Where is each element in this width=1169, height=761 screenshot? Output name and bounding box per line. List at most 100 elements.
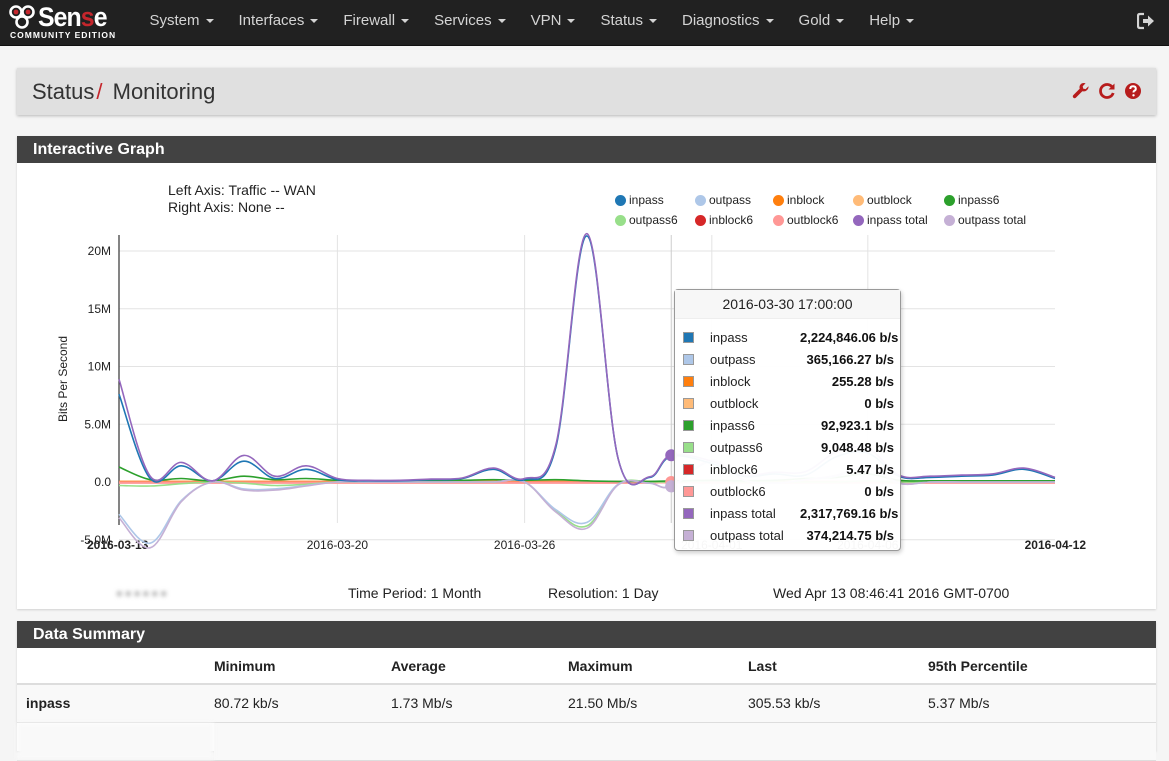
cell-average [391,722,568,760]
tooltip-series-value: 9,048.48 b/s [800,440,894,455]
caret-down-icon [649,19,657,23]
menu-label: Help [869,12,900,29]
cell-last: 305.53 kb/s [748,684,928,722]
cell-maximum [568,722,748,760]
chart-tooltip: 2016-03-30 17:00:00 inpass2,224,846.06 b… [674,289,901,551]
traffic-chart[interactable]: -5.0M0.05.0M10M15M20M2016-03-132016-03-2… [17,163,1156,583]
y-tick-label: 20M [88,244,111,258]
tooltip-series-name: inpass6 [710,418,800,433]
menu-label: Diagnostics [682,12,760,29]
caret-down-icon [401,19,409,23]
series-swatch-icon [683,332,694,343]
logo-text-b: s [81,2,94,32]
tooltip-series-value: 2,317,769.16 b/s [800,506,894,521]
tooltip-row: outblock0 b/s [675,392,900,414]
panel-title: Data Summary [17,621,1156,648]
table-row [17,722,1156,760]
caret-down-icon [836,19,844,23]
menu-gold[interactable]: Gold [786,0,857,46]
column-header-95th: 95th Percentile [928,648,1156,684]
time-period: Time Period: 1 Month [348,585,481,601]
series-swatch-icon [683,376,694,387]
interactive-graph-panel: Interactive Graph Left Axis: Traffic -- … [17,136,1156,609]
series-swatch-icon [683,398,694,409]
menu-label: Gold [799,12,831,29]
tooltip-series-name: outpass [710,352,800,367]
tooltip-series-name: inblock6 [710,462,800,477]
menu-services[interactable]: Services [422,0,519,46]
tooltip-series-name: inpass [710,330,800,345]
cell-last [748,722,928,760]
caret-down-icon [906,19,914,23]
tooltip-series-name: outpass6 [710,440,800,455]
top-navbar: Sense COMMUNITY EDITION System Interface… [0,0,1169,46]
caret-down-icon [766,19,774,23]
caret-down-icon [310,19,318,23]
tooltip-row: outpass69,048.48 b/s [675,436,900,458]
pfsense-logo[interactable]: Sense COMMUNITY EDITION [8,3,120,43]
menu-vpn[interactable]: VPN [518,0,588,46]
cell-95th: 5.37 Mb/s [928,684,1156,722]
menu-interfaces[interactable]: Interfaces [226,0,331,46]
resolution: Resolution: 1 Day [548,585,659,601]
column-header-average: Average [391,648,568,684]
caret-down-icon [567,19,575,23]
cell-minimum: 80.72 kb/s [214,684,391,722]
summary-header-row: Minimum Average Maximum Last 95th Percen… [17,648,1156,684]
cell-95th [928,722,1156,760]
series-swatch-icon [683,530,694,541]
series-swatch-icon [683,508,694,519]
tooltip-row: outpass365,166.27 b/s [675,348,900,370]
menu-firewall[interactable]: Firewall [331,0,422,46]
graph-timestamp: Wed Apr 13 08:46:41 2016 GMT-0700 [773,585,1009,601]
tooltip-series-value: 0 b/s [800,396,894,411]
column-header-last: Last [748,648,928,684]
y-tick-label: 15M [88,302,111,316]
series-line-inpass-total [119,234,1055,485]
menu-label: Services [434,12,492,29]
breadcrumb-parent[interactable]: Status [32,79,94,104]
sign-out-icon[interactable] [1137,12,1155,30]
series-line-outpass [119,461,1055,543]
cell-average: 1.73 Mb/s [391,684,568,722]
menu-label: Status [600,12,643,29]
cell-maximum: 21.50 Mb/s [568,684,748,722]
menu-help[interactable]: Help [857,0,927,46]
series-swatch-icon [683,442,694,453]
row-label: inpass [17,684,214,722]
column-header-maximum: Maximum [568,648,748,684]
question-circle-icon[interactable] [1124,82,1142,100]
breadcrumb-separator: / [96,79,102,104]
tooltip-row: inpass692,923.1 b/s [675,414,900,436]
logo-text-a: Sen [38,2,81,32]
tooltip-series-value: 5.47 b/s [800,462,894,477]
menu-label: VPN [531,12,562,29]
tooltip-series-value: 0 b/s [800,484,894,499]
cell-minimum [214,722,391,760]
wrench-icon[interactable] [1072,82,1090,100]
main-menu: System Interfaces Firewall Services VPN … [137,0,927,46]
panel-title: Interactive Graph [17,136,1156,163]
series-line-outpass-total [119,460,1055,548]
breadcrumb-actions [1072,82,1142,100]
tooltip-series-value: 255.28 b/s [800,374,894,389]
tooltip-title: 2016-03-30 17:00:00 [675,290,900,319]
menu-diagnostics[interactable]: Diagnostics [669,0,786,46]
x-tick-label: 2016-03-26 [494,538,556,552]
data-summary-panel: Data Summary Minimum Average Maximum Las… [17,621,1156,751]
x-tick-label: 2016-03-20 [307,538,369,552]
logo-wordmark: Sense [38,2,107,33]
y-tick-label: 10M [88,360,111,374]
summary-table: Minimum Average Maximum Last 95th Percen… [17,648,1156,761]
series-swatch-icon [683,486,694,497]
tooltip-series-value: 374,214.75 b/s [800,528,894,543]
refresh-icon[interactable] [1098,82,1116,100]
caret-down-icon [206,19,214,23]
menu-system[interactable]: System [137,0,226,46]
logo-edition: COMMUNITY EDITION [10,30,116,40]
menu-label: Interfaces [239,12,305,29]
menu-label: Firewall [343,12,395,29]
breadcrumb: Status/ Monitoring [32,79,215,105]
menu-status[interactable]: Status [588,0,670,46]
series-line-outpass6 [119,480,1055,527]
